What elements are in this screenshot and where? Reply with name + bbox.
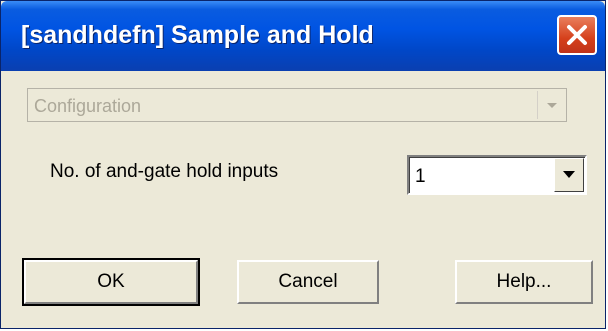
cancel-button[interactable]: Cancel [237,260,379,304]
hold-inputs-label: No. of and-gate hold inputs [50,161,279,182]
configuration-select: Configuration [27,88,567,122]
hold-inputs-dropdown-button[interactable] [554,158,584,192]
hold-inputs-value: 1 [415,166,426,187]
dialog-window: [sandhdefn] Sample and Hold Configuratio… [0,0,606,329]
configuration-select-value: Configuration [34,96,142,116]
title-bar[interactable]: [sandhdefn] Sample and Hold [1,1,605,71]
window-title: [sandhdefn] Sample and Hold [21,21,374,49]
hold-inputs-select[interactable]: 1 [407,155,587,195]
help-button[interactable]: Help... [455,260,593,304]
close-button[interactable] [557,15,597,55]
dialog-body: Configuration No. of and-gate hold input… [5,71,601,324]
configuration-dropdown-button [537,91,564,119]
ok-button[interactable]: OK [22,258,200,306]
